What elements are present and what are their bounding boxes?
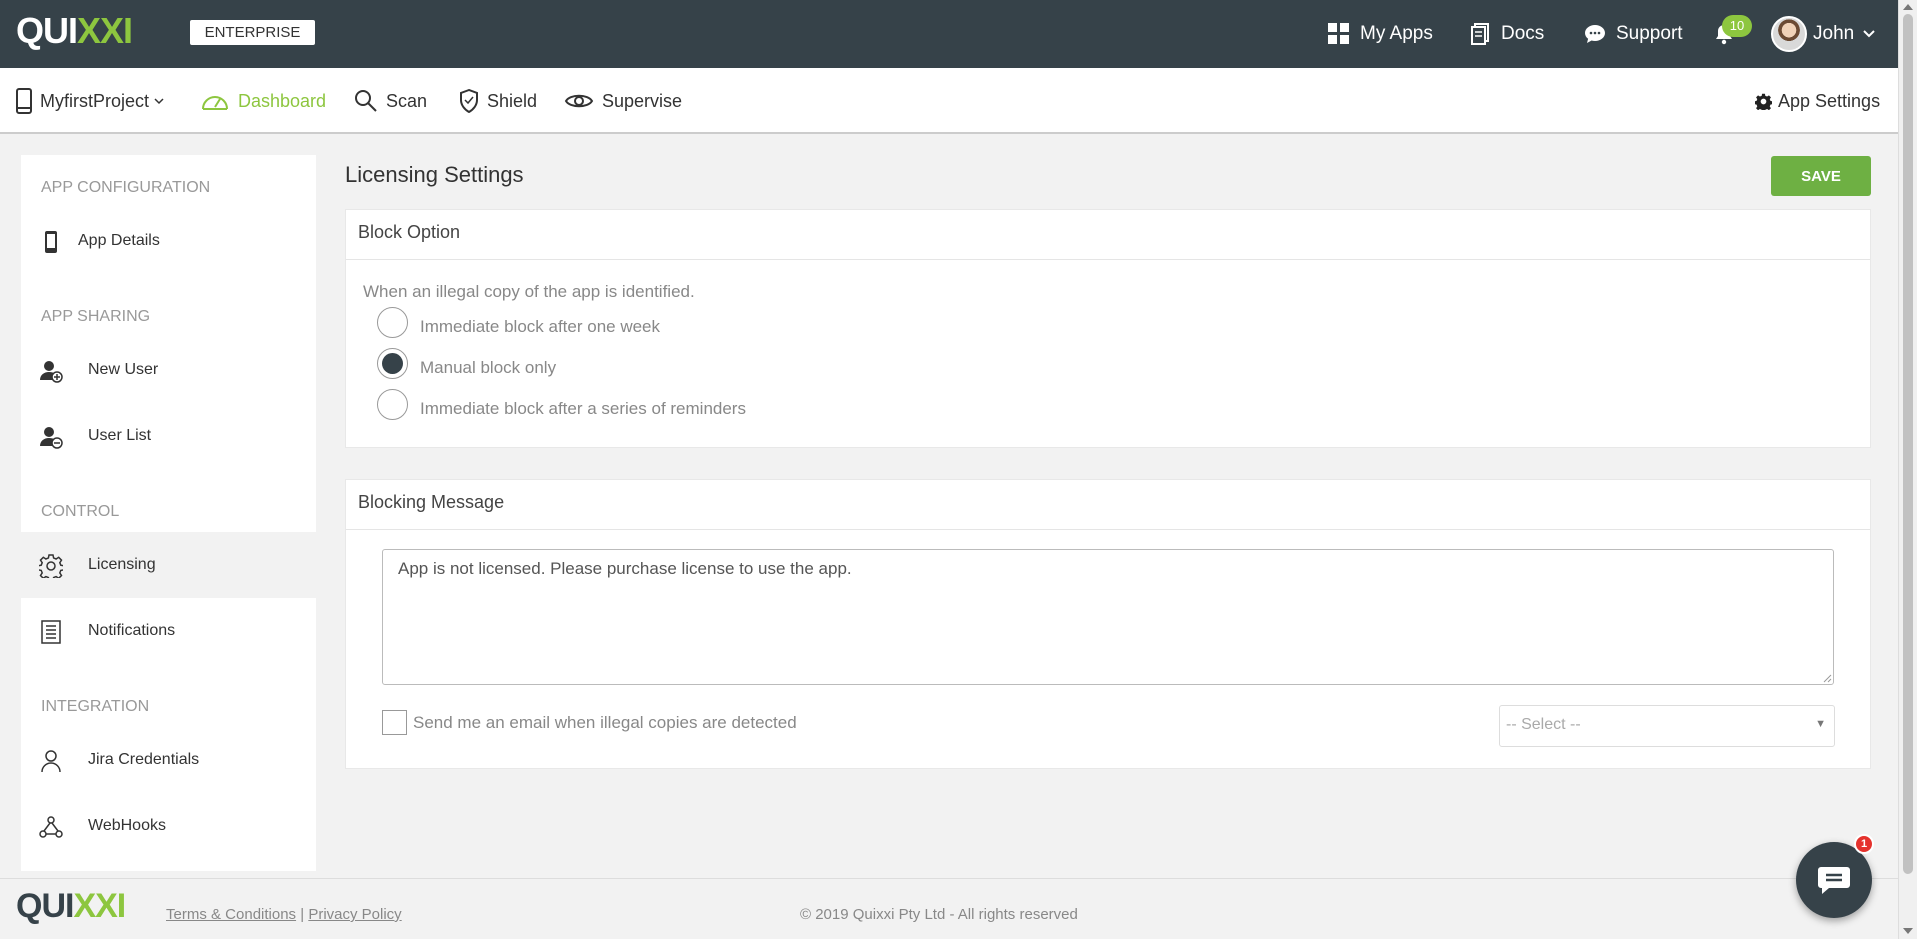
user-icon xyxy=(41,750,61,773)
edition-badge: ENTERPRISE xyxy=(190,20,315,45)
add-user-icon xyxy=(40,361,63,383)
support-link[interactable]: Support xyxy=(1584,0,1683,68)
docs-link[interactable]: Docs xyxy=(1471,0,1544,68)
privacy-link[interactable]: Privacy Policy xyxy=(308,906,401,923)
my-apps-label: My Apps xyxy=(1360,23,1433,44)
page-scrollbar[interactable] xyxy=(1898,0,1917,939)
footer: QUIXXI Terms & Conditions | Privacy Poli… xyxy=(0,878,1898,939)
support-label: Support xyxy=(1616,23,1683,44)
quixxi-logo[interactable]: QUIXXI xyxy=(16,10,133,52)
search-icon xyxy=(355,90,377,112)
page-title: Licensing Settings xyxy=(345,162,524,187)
radio-label: Immediate block after a series of remind… xyxy=(420,399,746,418)
section-control: CONTROL xyxy=(41,503,120,520)
shield-icon xyxy=(460,89,478,113)
sidebar-item-label: Notifications xyxy=(88,622,176,639)
sidebar-item-label: Jira Credentials xyxy=(88,751,200,768)
project-name: MyfirstProject xyxy=(40,90,150,111)
radio-block-after-reminders[interactable] xyxy=(377,389,408,420)
radio-manual-block[interactable] xyxy=(377,348,408,379)
select-value: -- Select -- xyxy=(1506,716,1581,733)
email-frequency-select[interactable]: -- Select -- ▼ xyxy=(1499,705,1835,747)
gear-icon xyxy=(39,554,63,578)
webhook-icon xyxy=(39,816,63,838)
user-name: John xyxy=(1813,23,1855,44)
checklist-icon xyxy=(41,620,61,644)
document-icon xyxy=(1471,23,1489,45)
gauge-icon xyxy=(202,96,228,110)
email-alert-label[interactable]: Send me an email when illegal copies are… xyxy=(413,713,797,733)
tab-supervise[interactable]: Supervise xyxy=(564,68,682,134)
tab-shield-label: Shield xyxy=(487,90,538,111)
section-app-configuration: APP CONFIGURATION xyxy=(41,179,211,196)
sidebar-item-user-list[interactable]: User List xyxy=(21,403,316,469)
sidebar-item-licensing[interactable]: Licensing xyxy=(21,532,316,598)
user-list-icon xyxy=(40,427,63,449)
sidebar-item-label: Licensing xyxy=(88,556,156,573)
scroll-thumb[interactable] xyxy=(1903,14,1913,874)
chevron-down-icon xyxy=(1863,30,1875,38)
gear-icon xyxy=(1755,93,1772,110)
scroll-down-arrow[interactable] xyxy=(1903,928,1913,934)
grid-icon xyxy=(1328,23,1349,44)
tab-dashboard-label: Dashboard xyxy=(238,90,327,111)
tab-scan[interactable]: Scan xyxy=(354,68,427,134)
docs-label: Docs xyxy=(1501,23,1545,44)
project-nav: MyfirstProject Dashboard Scan Shield Sup… xyxy=(0,68,1898,134)
user-menu[interactable]: John xyxy=(1813,0,1876,68)
phone-icon xyxy=(16,88,32,114)
blocking-message-textarea[interactable]: App is not licensed. Please purchase lic… xyxy=(382,549,1834,685)
footer-links: Terms & Conditions | Privacy Policy xyxy=(166,906,402,923)
sidebar-item-label: WebHooks xyxy=(88,817,166,834)
block-option-prompt: When an illegal copy of the app is ident… xyxy=(363,282,695,301)
radio-label: Immediate block after one week xyxy=(420,317,661,336)
top-bar: QUIXXI ENTERPRISE My Apps Docs Support 1… xyxy=(0,0,1898,68)
radio-label: Manual block only xyxy=(420,358,557,377)
settings-sidebar: APP CONFIGURATION App Details APP SHARIN… xyxy=(21,155,316,871)
notification-count-badge: 10 xyxy=(1722,15,1752,37)
tab-supervise-label: Supervise xyxy=(602,90,683,111)
chat-icon xyxy=(1818,867,1850,894)
section-app-sharing: APP SHARING xyxy=(41,308,151,325)
footer-separator: | xyxy=(300,906,305,923)
block-option-heading: Block Option xyxy=(346,210,1870,260)
sidebar-item-label: New User xyxy=(88,361,159,378)
resize-grip-icon[interactable] xyxy=(1822,673,1832,683)
project-selector[interactable]: MyfirstProject xyxy=(16,68,173,134)
tab-shield[interactable]: Shield xyxy=(459,68,537,134)
blocking-message-heading: Blocking Message xyxy=(346,480,1870,530)
sidebar-item-notifications[interactable]: Notifications xyxy=(21,598,316,664)
section-integration: INTEGRATION xyxy=(41,698,150,715)
footer-logo: QUIXXI xyxy=(16,887,126,925)
eye-icon xyxy=(564,94,594,108)
sidebar-item-jira-credentials[interactable]: Jira Credentials xyxy=(21,727,316,793)
save-button[interactable]: SAVE xyxy=(1771,156,1871,196)
sidebar-item-label: User List xyxy=(88,427,152,444)
user-avatar[interactable] xyxy=(1771,16,1807,52)
app-settings-link[interactable]: App Settings xyxy=(1755,68,1880,134)
copyright: © 2019 Quixxi Pty Ltd - All rights reser… xyxy=(800,906,1078,923)
sidebar-item-new-user[interactable]: New User xyxy=(21,337,316,403)
caret-down-icon: ▼ xyxy=(1815,718,1826,730)
chat-bubble-icon xyxy=(1585,25,1605,43)
sidebar-item-label: App Details xyxy=(78,232,160,249)
tab-dashboard[interactable]: Dashboard xyxy=(200,68,326,134)
sidebar-item-app-details[interactable]: App Details xyxy=(21,208,316,274)
chevron-down-icon xyxy=(154,98,164,105)
sidebar-item-webhooks[interactable]: WebHooks xyxy=(21,793,316,859)
scroll-up-arrow[interactable] xyxy=(1903,4,1913,10)
chat-unread-badge: 1 xyxy=(1854,834,1874,854)
radio-block-after-week[interactable] xyxy=(377,307,408,338)
block-option-card: Block Option When an illegal copy of the… xyxy=(345,209,1871,448)
blocking-message-card: Blocking Message App is not licensed. Pl… xyxy=(345,479,1871,769)
my-apps-link[interactable]: My Apps xyxy=(1328,0,1433,68)
email-alert-checkbox[interactable] xyxy=(382,710,407,735)
terms-link[interactable]: Terms & Conditions xyxy=(166,906,296,923)
app-settings-label: App Settings xyxy=(1778,90,1881,111)
phone-icon xyxy=(45,231,57,253)
tab-scan-label: Scan xyxy=(386,90,428,111)
